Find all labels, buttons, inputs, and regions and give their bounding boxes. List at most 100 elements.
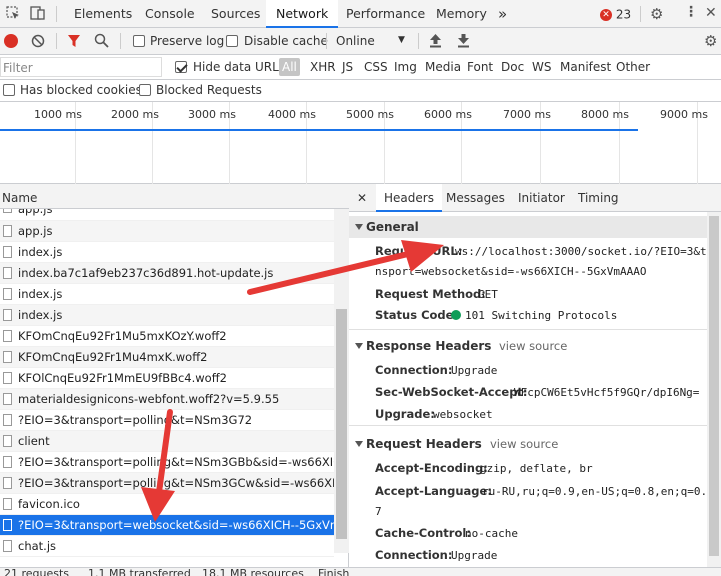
record-button[interactable] xyxy=(4,34,18,48)
blocked-requests-checkbox[interactable] xyxy=(139,84,151,96)
tab-initiator[interactable]: Initiator xyxy=(518,191,565,205)
request-list-scrollbar[interactable] xyxy=(334,209,349,553)
request-row[interactable]: KFOmCnqEu92Fr1Mu5mxKOzY.woff2 xyxy=(0,326,334,347)
preserve-log-checkbox[interactable] xyxy=(133,35,145,47)
tab-sources[interactable]: Sources xyxy=(211,0,260,28)
response-header-key: Connection: xyxy=(375,363,453,377)
clear-icon[interactable] xyxy=(31,34,45,48)
filter-type-media[interactable]: Media xyxy=(425,60,461,74)
general-section-header[interactable]: General xyxy=(349,216,707,238)
export-har-icon[interactable] xyxy=(457,33,470,48)
close-details-icon[interactable]: ✕ xyxy=(357,191,367,205)
request-row-selected[interactable]: ?EIO=3&transport=websocket&sid=-ws66XICH… xyxy=(0,515,334,536)
filter-type-manifest[interactable]: Manifest xyxy=(560,60,611,74)
tab-network[interactable]: Network xyxy=(266,0,339,28)
request-row[interactable]: materialdesignicons-webfont.woff2?v=5.9.… xyxy=(0,389,334,410)
request-row[interactable]: index.js xyxy=(0,305,334,326)
response-header-value: Upgrade xyxy=(451,364,498,377)
filter-type-img[interactable]: Img xyxy=(394,60,417,74)
tick-label: 8000 ms xyxy=(581,108,629,121)
request-row[interactable]: ?EIO=3&transport=polling&t=NSm3G72 xyxy=(0,410,334,431)
throttling-select[interactable]: Online ▼ xyxy=(336,34,408,48)
device-toolbar-icon[interactable] xyxy=(30,5,46,21)
tab-performance[interactable]: Performance xyxy=(346,0,425,28)
request-headers-title[interactable]: Request Headers xyxy=(366,437,482,451)
filter-type-other[interactable]: Other xyxy=(616,60,650,74)
tab-console[interactable]: Console xyxy=(145,0,195,28)
filter-type-js[interactable]: JS xyxy=(342,60,353,74)
request-row[interactable]: ?EIO=3&transport=polling&t=NSm3GBb&sid=-… xyxy=(0,452,334,473)
name-header-label: Name xyxy=(2,191,38,205)
more-tabs-button[interactable]: » xyxy=(498,0,507,28)
devtools-tab-bar: Elements Console Sources Network Perform… xyxy=(0,0,721,28)
filter-type-ws[interactable]: WS xyxy=(532,60,551,74)
settings-icon[interactable]: ⚙ xyxy=(650,5,663,23)
expand-triangle-icon[interactable] xyxy=(355,343,363,349)
request-header-key: Connection: xyxy=(375,548,453,562)
request-row[interactable]: ?EIO=3&transport=polling&t=NSm3GCw&sid=-… xyxy=(0,473,334,494)
filter-type-css[interactable]: CSS xyxy=(364,60,388,74)
network-status-bar: 21 requests 1.1 MB transferred 18.1 MB r… xyxy=(0,567,721,576)
filter-type-doc[interactable]: Doc xyxy=(501,60,524,74)
request-row[interactable]: KFOlCnqEu92Fr1MmEU9fBBc4.woff2 xyxy=(0,368,334,389)
filter-type-font[interactable]: Font xyxy=(467,60,493,74)
inspect-element-icon[interactable] xyxy=(6,6,20,20)
tab-messages[interactable]: Messages xyxy=(446,191,505,205)
request-row[interactable]: app.js xyxy=(0,209,334,221)
close-devtools-icon[interactable]: ✕ xyxy=(705,5,717,21)
more-options-icon[interactable]: ⋮ xyxy=(684,4,698,20)
request-row[interactable]: index.js xyxy=(0,284,334,305)
disable-cache-label: Disable cache xyxy=(244,34,328,48)
response-header-key: Upgrade: xyxy=(375,407,435,421)
tick-label: 5000 ms xyxy=(346,108,394,121)
request-url-value: ws://localhost:3000/socket.io/?EIO=3&tra xyxy=(455,245,720,258)
filter-type-all[interactable]: All xyxy=(279,58,300,76)
finish-time: Finish xyxy=(318,567,350,576)
filter-input[interactable]: Filter xyxy=(0,57,162,77)
tab-timing[interactable]: Timing xyxy=(578,191,619,205)
request-row[interactable]: index.ba7c1af9eb237c36d891.hot-update.js xyxy=(0,263,334,284)
tab-headers[interactable]: Headers xyxy=(376,184,442,212)
details-scrollbar[interactable] xyxy=(707,212,721,567)
hide-data-urls-checkbox[interactable] xyxy=(175,61,187,73)
resources-size: 18.1 MB resources xyxy=(202,567,304,576)
expand-triangle-icon[interactable] xyxy=(355,441,363,447)
request-row[interactable]: chat.js xyxy=(0,536,334,557)
tab-memory[interactable]: Memory xyxy=(436,0,487,28)
has-blocked-cookies-checkbox[interactable] xyxy=(3,84,15,96)
request-method-value: GET xyxy=(478,288,498,301)
request-row[interactable]: index.js xyxy=(0,242,334,263)
request-row[interactable]: client xyxy=(0,431,334,452)
request-url-key: Request URL: xyxy=(375,244,463,258)
response-view-source-link[interactable]: view source xyxy=(499,339,567,353)
filter-placeholder: Filter xyxy=(3,61,33,75)
request-method-key: Request Method: xyxy=(375,287,486,301)
status-code-value: 101 Switching Protocols xyxy=(465,309,618,322)
timeline-overview[interactable]: 1000 ms 2000 ms 3000 ms 4000 ms 5000 ms … xyxy=(0,102,721,184)
search-icon[interactable] xyxy=(94,33,109,48)
filter-icon[interactable] xyxy=(67,34,81,48)
tick-label: 6000 ms xyxy=(424,108,472,121)
request-header-value: no-cache xyxy=(465,527,518,540)
name-column-header[interactable]: Name xyxy=(0,184,349,209)
request-header-value: gzip, deflate, br xyxy=(480,462,593,475)
requests-count: 21 requests xyxy=(4,567,70,576)
network-settings-icon[interactable]: ⚙ xyxy=(704,32,717,50)
request-header-key: Cache-Control: xyxy=(375,526,471,540)
filter-type-xhr[interactable]: XHR xyxy=(310,60,336,74)
request-row[interactable]: KFOmCnqEu92Fr1Mu4mxK.woff2 xyxy=(0,347,334,368)
request-header-key: Accept-Encoding: xyxy=(375,461,488,475)
error-count-badge[interactable]: ✕ 23 xyxy=(600,7,632,22)
tick-label: 4000 ms xyxy=(268,108,316,121)
tab-elements[interactable]: Elements xyxy=(74,0,132,28)
tick-label: 3000 ms xyxy=(188,108,236,121)
response-headers-title[interactable]: Response Headers xyxy=(366,339,491,353)
request-view-source-link[interactable]: view source xyxy=(490,437,558,451)
request-row[interactable]: favicon.ico xyxy=(0,494,334,515)
throttling-value: Online xyxy=(336,34,375,48)
disable-cache-checkbox[interactable] xyxy=(226,35,238,47)
general-title: General xyxy=(366,220,419,234)
error-count: 23 xyxy=(615,7,632,22)
import-har-icon[interactable] xyxy=(429,33,442,48)
request-row[interactable]: app.js xyxy=(0,221,334,242)
